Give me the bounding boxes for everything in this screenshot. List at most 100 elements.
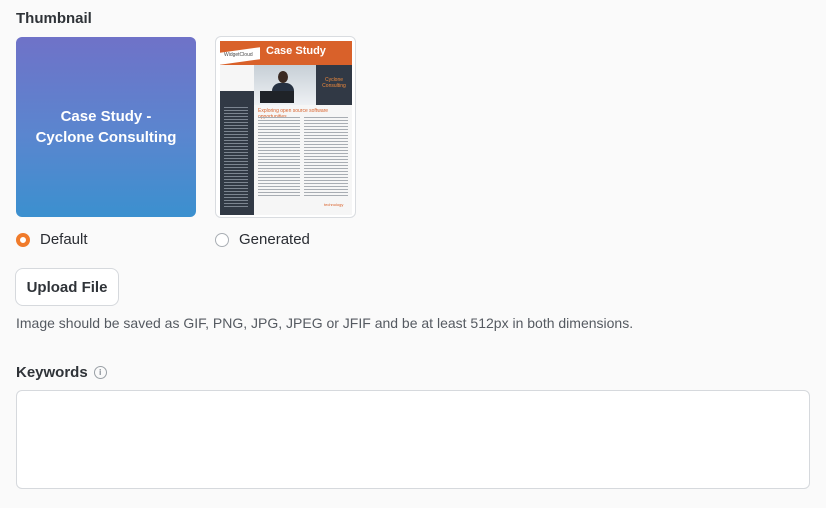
doc-monitor <box>260 91 294 103</box>
doc-text-line <box>224 173 248 174</box>
doc-person-head <box>278 71 288 83</box>
doc-text-line <box>224 197 248 198</box>
doc-text-line <box>224 107 248 108</box>
doc-text-line <box>304 138 348 139</box>
keywords-label: Keywords <box>16 364 88 381</box>
doc-text-line <box>224 140 248 141</box>
doc-body-heading: Exploring open source software opportuni… <box>258 108 329 120</box>
radio-option-generated[interactable]: Generated <box>215 231 310 248</box>
doc-text-line <box>304 189 348 190</box>
doc-text-line <box>258 171 300 172</box>
doc-text-line <box>304 126 348 127</box>
doc-text-line <box>304 195 348 196</box>
doc-text-line <box>258 120 300 121</box>
doc-text-line <box>304 192 348 193</box>
doc-text-line <box>304 162 348 163</box>
radio-generated-label: Generated <box>239 231 310 248</box>
doc-text-line <box>304 168 348 169</box>
doc-text-line <box>304 147 348 148</box>
doc-text-line <box>258 123 300 124</box>
doc-brand-text: Cyclone Consulting <box>322 77 346 89</box>
doc-text-line <box>258 159 300 160</box>
doc-text-line <box>224 128 248 129</box>
doc-text-line <box>224 185 248 186</box>
doc-text-line <box>258 189 300 190</box>
doc-text-line <box>224 155 248 156</box>
doc-text-line <box>258 156 300 157</box>
doc-text-line <box>258 168 300 169</box>
doc-text-line <box>224 134 248 135</box>
doc-text-line <box>224 143 248 144</box>
doc-text-line <box>304 183 348 184</box>
doc-text-line <box>258 165 300 166</box>
doc-text-line <box>258 192 300 193</box>
doc-text-line <box>224 182 248 183</box>
doc-text-line <box>224 149 248 150</box>
doc-text-line <box>258 162 300 163</box>
radio-default[interactable] <box>16 232 30 247</box>
generated-thumbnail-card[interactable]: WidgetCloud Case Study Cyclone Consultin… <box>215 36 356 218</box>
doc-text-line <box>224 161 248 162</box>
doc-text-line <box>224 188 248 189</box>
doc-text-line <box>258 117 300 118</box>
doc-text-line <box>224 131 248 132</box>
doc-text-line <box>304 156 348 157</box>
doc-text-line <box>304 153 348 154</box>
doc-text-line <box>224 179 248 180</box>
doc-text-line <box>304 174 348 175</box>
doc-text-line <box>258 129 300 130</box>
doc-title: Case Study <box>266 45 326 57</box>
doc-text-line <box>304 117 348 118</box>
doc-text-line <box>258 132 300 133</box>
radio-generated[interactable] <box>215 232 229 247</box>
doc-text-line <box>304 150 348 151</box>
doc-text-line <box>258 195 300 196</box>
doc-logo-text: WidgetCloud <box>224 52 253 58</box>
keywords-label-row: Keywords i <box>16 364 107 381</box>
doc-text-line <box>304 135 348 136</box>
doc-text-line <box>304 177 348 178</box>
radio-default-label: Default <box>40 231 88 248</box>
upload-hint: Image should be saved as GIF, PNG, JPG, … <box>16 315 634 331</box>
doc-text-line <box>224 167 248 168</box>
doc-text-line <box>258 186 300 187</box>
doc-text-line <box>224 158 248 159</box>
doc-text-line <box>258 147 300 148</box>
doc-text-line <box>304 132 348 133</box>
doc-text-line <box>304 141 348 142</box>
doc-text-line <box>258 183 300 184</box>
info-icon[interactable]: i <box>93 366 107 379</box>
doc-text-line <box>258 180 300 181</box>
doc-text-line <box>224 191 248 192</box>
doc-text-line <box>224 146 248 147</box>
default-thumbnail-card[interactable]: Case Study - Cyclone Consulting <box>16 37 196 217</box>
doc-text-line <box>224 176 248 177</box>
upload-file-button[interactable]: Upload File <box>15 268 119 306</box>
doc-text-line <box>258 177 300 178</box>
doc-text-line <box>304 144 348 145</box>
doc-text-line <box>224 116 248 117</box>
doc-text-line <box>258 135 300 136</box>
doc-text-line <box>224 152 248 153</box>
doc-text-line <box>304 120 348 121</box>
doc-text-line <box>258 141 300 142</box>
doc-text-line <box>258 153 300 154</box>
doc-footer-logo: technology <box>324 202 344 207</box>
doc-text-line <box>224 110 248 111</box>
doc-text-line <box>224 137 248 138</box>
radio-option-default[interactable]: Default <box>16 231 88 248</box>
doc-text-line <box>304 186 348 187</box>
default-thumbnail-text: Case Study - Cyclone Consulting <box>35 108 177 146</box>
doc-text-line <box>258 138 300 139</box>
doc-text-line <box>304 171 348 172</box>
doc-text-line <box>258 144 300 145</box>
doc-text-line <box>304 159 348 160</box>
keywords-input[interactable] <box>16 390 810 489</box>
doc-text-line <box>224 122 248 123</box>
doc-text-line <box>224 119 248 120</box>
doc-text-line <box>224 125 248 126</box>
doc-text-line <box>304 129 348 130</box>
doc-text-line <box>304 123 348 124</box>
doc-text-line <box>224 203 248 204</box>
doc-text-line <box>258 126 300 127</box>
